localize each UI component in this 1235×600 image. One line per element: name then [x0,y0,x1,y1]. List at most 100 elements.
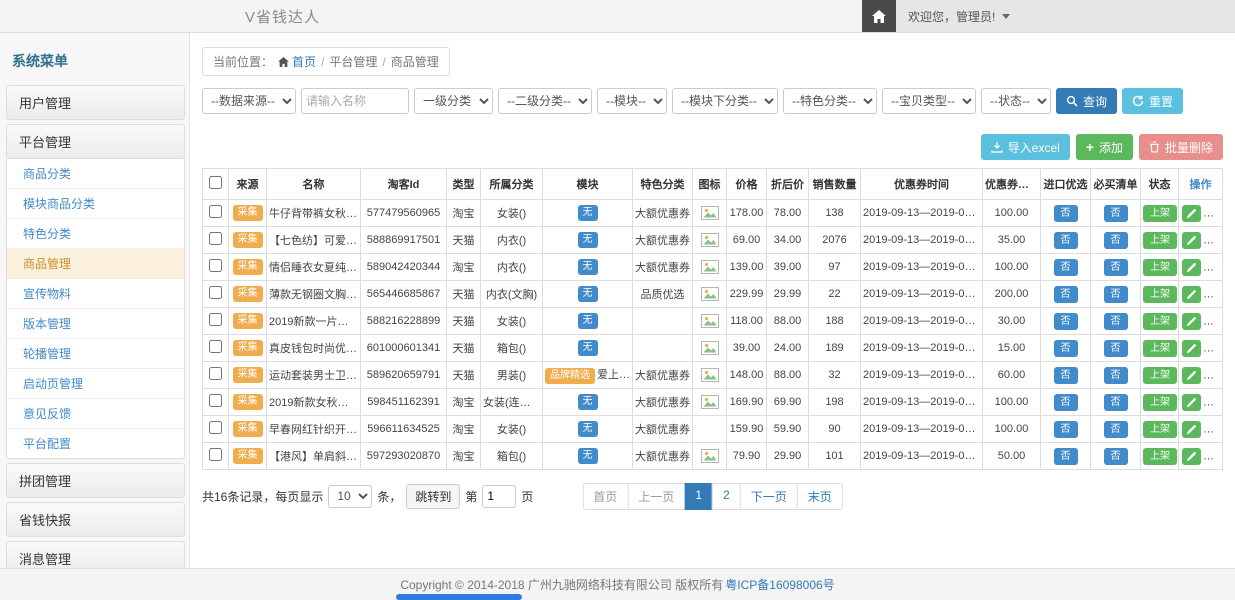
page-button[interactable]: 末页 [797,483,843,510]
edit-button[interactable] [1182,394,1201,411]
imported-toggle-button[interactable]: 否 [1054,367,1078,384]
sidebar-group[interactable]: 消息管理 [6,541,185,568]
row-checkbox[interactable] [209,232,222,245]
must-buy-toggle-button[interactable]: 否 [1104,340,1128,357]
sidebar-group[interactable]: 用户管理 [6,85,185,120]
user-menu[interactable]: 欢迎您，管理员! [896,0,1235,32]
must-buy-toggle-button[interactable]: 否 [1104,232,1128,249]
sidebar-item[interactable]: 意见反馈 [7,399,184,429]
import-excel-button[interactable]: 导入excel [981,134,1070,160]
add-button[interactable]: + 添加 [1076,134,1133,160]
imported-toggle-button[interactable]: 否 [1054,421,1078,438]
sidebar-group[interactable]: 省钱快报 [6,502,185,537]
status-select[interactable]: --状态-- [981,88,1051,114]
data-source-select[interactable]: --数据来源-- [202,88,296,114]
sidebar-item[interactable]: 商品分类 [7,159,184,189]
jump-button[interactable]: 跳转到 [406,484,460,509]
status-cell: 上架 [1141,362,1179,389]
discount-price-cell: 39.00 [767,254,809,281]
page-size-select[interactable]: 10 [328,485,372,508]
edit-button[interactable] [1182,286,1201,303]
page-button[interactable]: 1 [684,483,713,510]
select-all-checkbox[interactable] [209,176,222,189]
sidebar-item[interactable]: 启动页管理 [7,369,184,399]
product-image-icon [701,287,719,301]
featured-category-select[interactable]: --特色分类-- [783,88,877,114]
sidebar-item[interactable]: 版本管理 [7,309,184,339]
edit-button[interactable] [1182,232,1201,249]
imported-toggle-button[interactable]: 否 [1054,232,1078,249]
edit-button[interactable] [1182,448,1201,465]
sidebar-item[interactable]: 平台配置 [7,429,184,458]
imported-toggle-button[interactable]: 否 [1054,313,1078,330]
edit-button[interactable] [1182,259,1201,276]
edit-button[interactable] [1182,421,1201,438]
imported-toggle-button[interactable]: 否 [1054,286,1078,303]
jump-page-input[interactable] [482,485,516,508]
sidebar-item[interactable]: 商品管理 [7,249,184,279]
edit-button[interactable] [1182,313,1201,330]
status-button[interactable]: 上架 [1143,448,1177,465]
sidebar-item[interactable]: 宣传物料 [7,279,184,309]
status-button[interactable]: 上架 [1143,205,1177,222]
status-button[interactable]: 上架 [1143,232,1177,249]
edit-button[interactable] [1182,205,1201,222]
row-checkbox[interactable] [209,313,222,326]
item-type-select[interactable]: --宝贝类型-- [882,88,976,114]
must-buy-toggle-button[interactable]: 否 [1104,448,1128,465]
sidebar-item[interactable]: 轮播管理 [7,339,184,369]
page-button[interactable]: 下一页 [740,483,798,510]
status-button[interactable]: 上架 [1143,259,1177,276]
must-buy-toggle-button[interactable]: 否 [1104,394,1128,411]
page-button[interactable]: 2 [712,483,741,510]
row-checkbox[interactable] [209,448,222,461]
must-buy-toggle-button[interactable]: 否 [1104,313,1128,330]
imported-toggle-button[interactable]: 否 [1054,448,1078,465]
must-buy-toggle-button[interactable]: 否 [1104,421,1128,438]
row-checkbox[interactable] [209,394,222,407]
row-checkbox[interactable] [209,367,222,380]
page-button[interactable]: 上一页 [627,483,685,510]
status-button[interactable]: 上架 [1143,313,1177,330]
home-button[interactable] [862,0,896,32]
must-buy-toggle-button[interactable]: 否 [1104,259,1128,276]
taoke-id-cell: 589042420344 [361,254,447,281]
edit-button[interactable] [1182,340,1201,357]
imported-toggle-button[interactable]: 否 [1054,205,1078,222]
sidebar-item[interactable]: 模块商品分类 [7,189,184,219]
type-cell: 淘宝 [447,200,481,227]
sidebar-group[interactable]: 拼团管理 [6,463,185,498]
must-buy-toggle-button[interactable]: 否 [1104,367,1128,384]
page-button[interactable]: 首页 [582,483,628,510]
sidebar-item[interactable]: 特色分类 [7,219,184,249]
module-select[interactable]: --模块-- [597,88,667,114]
module-cell: 品牌精选爱上运动 [543,362,633,389]
row-checkbox[interactable] [209,340,222,353]
reset-button[interactable]: 重置 [1122,88,1183,114]
level2-category-select[interactable]: --二级分类-- [498,88,592,114]
status-button[interactable]: 上架 [1143,421,1177,438]
status-button[interactable]: 上架 [1143,367,1177,384]
name-search-input[interactable] [301,88,409,114]
row-checkbox[interactable] [209,259,222,272]
horizontal-scrollbar-thumb[interactable] [396,594,522,600]
status-button[interactable]: 上架 [1143,394,1177,411]
search-button[interactable]: 查询 [1056,88,1117,114]
imported-toggle-button[interactable]: 否 [1054,259,1078,276]
status-button[interactable]: 上架 [1143,286,1177,303]
imported-toggle-button[interactable]: 否 [1054,340,1078,357]
level1-category-select[interactable]: 一级分类 [414,88,493,114]
must-buy-toggle-button[interactable]: 否 [1104,205,1128,222]
icp-link[interactable]: 粤ICP备16098006号 [725,576,834,593]
status-button[interactable]: 上架 [1143,340,1177,357]
batch-delete-button[interactable]: 批量删除 [1139,134,1223,160]
imported-toggle-button[interactable]: 否 [1054,394,1078,411]
must-buy-toggle-button[interactable]: 否 [1104,286,1128,303]
sidebar-group[interactable]: 平台管理 [6,124,185,159]
module-subcategory-select[interactable]: --模块下分类-- [672,88,778,114]
row-checkbox[interactable] [209,286,222,299]
row-checkbox[interactable] [209,205,222,218]
breadcrumb-home-link[interactable]: 首页 [278,53,316,70]
edit-button[interactable] [1182,367,1201,384]
row-checkbox[interactable] [209,421,222,434]
